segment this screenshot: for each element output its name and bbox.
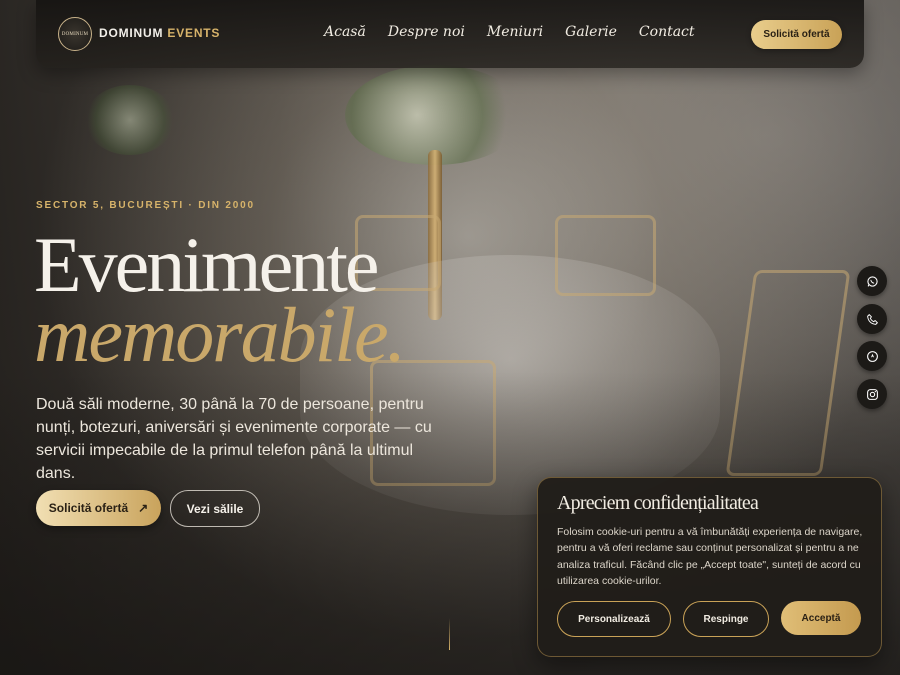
hero-title-line2: memorabile.	[34, 291, 406, 378]
brand-logo[interactable]: DOMINUM	[58, 17, 92, 51]
whatsapp-icon	[866, 275, 878, 287]
location-icon	[866, 350, 878, 362]
top-navbar: DOMINUM DOMINUM EVENTS Acasă Despre noi …	[36, 0, 864, 68]
nav-link-despre-noi[interactable]: Despre noi	[388, 24, 465, 40]
hero-request-offer-label: Solicită ofertă	[48, 501, 129, 515]
cookie-description: Folosim cookie-uri pentru a vă îmbunătăț…	[557, 526, 863, 587]
nav-link-meniuri[interactable]: Meniuri	[487, 24, 543, 40]
main-navigation: Acasă Despre noi Meniuri Galerie Contact	[324, 24, 695, 40]
hero-request-offer-button[interactable]: Solicită ofertă ↗	[36, 490, 161, 526]
view-halls-button[interactable]: Vezi sălile	[170, 490, 260, 527]
logo-text: DOMINUM	[61, 31, 89, 37]
instagram-icon	[866, 388, 878, 400]
location-button[interactable]	[857, 341, 887, 371]
nav-link-galerie[interactable]: Galerie	[565, 24, 617, 40]
nav-link-contact[interactable]: Contact	[639, 24, 695, 40]
cookie-reject-button[interactable]: Respinge	[683, 601, 769, 637]
nav-link-acasa[interactable]: Acasă	[324, 24, 366, 40]
cookie-accept-button[interactable]: Acceptă	[781, 601, 861, 635]
whatsapp-button[interactable]	[857, 266, 887, 296]
scroll-indicator	[449, 618, 450, 650]
cookie-title: Apreciem confidențialitatea	[557, 492, 759, 514]
arrow-up-right-icon: ↗	[138, 501, 149, 515]
phone-icon	[866, 313, 878, 325]
request-offer-button[interactable]: Solicită ofertă	[751, 20, 842, 49]
hero-description: Două săli moderne, 30 până la 70 de pers…	[36, 396, 432, 482]
brand-name[interactable]: DOMINUM EVENTS	[99, 26, 220, 40]
cookie-personalize-button[interactable]: Personalizează	[557, 601, 671, 637]
brand-name-part1: DOMINUM	[99, 26, 164, 40]
phone-button[interactable]	[857, 304, 887, 334]
hero-eyebrow: SECTOR 5, BUCUREȘTI · DIN 2000	[36, 200, 255, 211]
brand-name-part2: EVENTS	[167, 26, 221, 40]
cookie-consent-panel: Apreciem confidențialitatea Folosim cook…	[537, 477, 882, 657]
instagram-button[interactable]	[857, 379, 887, 409]
